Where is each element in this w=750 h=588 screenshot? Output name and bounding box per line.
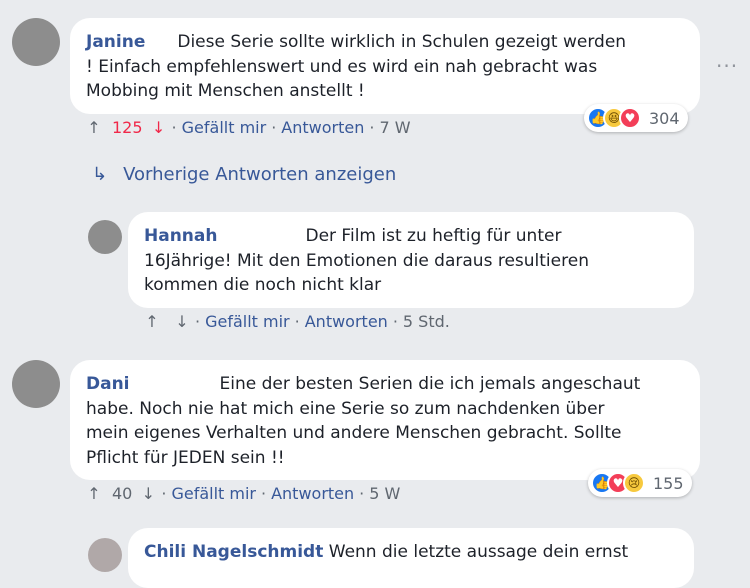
reaction-count: 155 (653, 473, 684, 493)
comment-text: mein eigenes Verhalten und andere Mensch… (86, 423, 622, 443)
timestamp[interactable]: 5 W (369, 484, 400, 503)
comment-text: ! Einfach empfehlenswert und es wird ein… (86, 56, 598, 77)
reply-link[interactable]: Antworten (271, 484, 354, 503)
arrow-up-icon[interactable]: ↑ (86, 484, 102, 503)
comment-text: kommen die noch nicht klar (144, 275, 382, 295)
like-link[interactable]: Gefällt mir (182, 118, 267, 137)
reply-bubble: Hannah Der Film ist zu heftig für unter 1… (128, 212, 694, 308)
reply-link[interactable]: Antworten (281, 118, 364, 137)
comment-text: habe. Noch nie hat mich eine Serie so zu… (86, 398, 605, 419)
arrow-down-icon[interactable]: ↓ (140, 484, 156, 503)
comment-author[interactable]: Dani (86, 374, 130, 394)
previous-replies-link[interactable]: ↳ Vorherige Antworten anzeigen (92, 164, 396, 185)
reply-bubble: Chili Nagelschmidt Wenn die letzte aussa… (128, 528, 694, 588)
reaction-count: 304 (649, 108, 680, 128)
avatar[interactable] (12, 360, 60, 408)
comment-actions: ↑ 125 ↓ · Gefällt mir · Antworten · 7 W (86, 118, 411, 137)
comment-bubble: Janine Diese Serie sollte wirklich in Sch… (70, 18, 700, 114)
arrow-up-icon[interactable]: ↑ (144, 312, 160, 331)
arrow-up-icon[interactable]: ↑ (86, 118, 102, 137)
avatar[interactable] (88, 538, 122, 572)
like-link[interactable]: Gefällt mir (171, 484, 256, 503)
arrow-down-icon[interactable]: ↓ (151, 118, 167, 137)
comment-text: 16Jährige! Mit den Emotionen die daraus … (144, 250, 589, 271)
arrow-down-icon[interactable]: ↓ (174, 312, 190, 331)
comment-text: Wenn die letzte aussage dein ernst (328, 542, 629, 562)
love-reaction-icon: ♥ (619, 107, 641, 129)
comment-author[interactable]: Chili Nagelschmidt (144, 542, 323, 562)
comment-text: Pflicht für JEDEN sein !! (86, 447, 285, 468)
comment-text: Der Film ist zu heftig für unter (305, 226, 562, 246)
comment-actions: ↑ 40 ↓ · Gefällt mir · Antworten · 5 W (86, 484, 401, 503)
reply-link[interactable]: Antworten (305, 312, 388, 331)
comment-author[interactable]: Janine (86, 32, 145, 52)
comment-text: Mobbing mit Menschen anstellt ! (86, 81, 365, 101)
avatar[interactable] (12, 18, 60, 66)
reaction-summary[interactable]: 👍 ♥ 😢 155 (588, 469, 692, 497)
reaction-summary[interactable]: 👍 😆 ♥ 304 (584, 104, 688, 132)
vote-count: 40 (112, 484, 133, 503)
avatar[interactable] (88, 220, 122, 254)
like-link[interactable]: Gefällt mir (205, 312, 290, 331)
reply-arrow-icon: ↳ (92, 164, 108, 185)
sad-reaction-icon: 😢 (623, 472, 645, 494)
more-options-icon[interactable]: ··· (716, 54, 738, 78)
timestamp[interactable]: 7 W (379, 118, 410, 137)
comment-actions: ↑ ↓ · Gefällt mir · Antworten · 5 Std. (144, 312, 450, 331)
comment-text: Diese Serie sollte wirklich in Schulen g… (177, 32, 627, 52)
comment-author[interactable]: Hannah (144, 226, 217, 246)
comment-text: Eine der besten Serien die ich jemals an… (219, 374, 641, 394)
comment-bubble: Dani Eine der besten Serien die ich jemal… (70, 360, 700, 480)
vote-count: 125 (112, 118, 143, 137)
timestamp[interactable]: 5 Std. (403, 312, 450, 331)
